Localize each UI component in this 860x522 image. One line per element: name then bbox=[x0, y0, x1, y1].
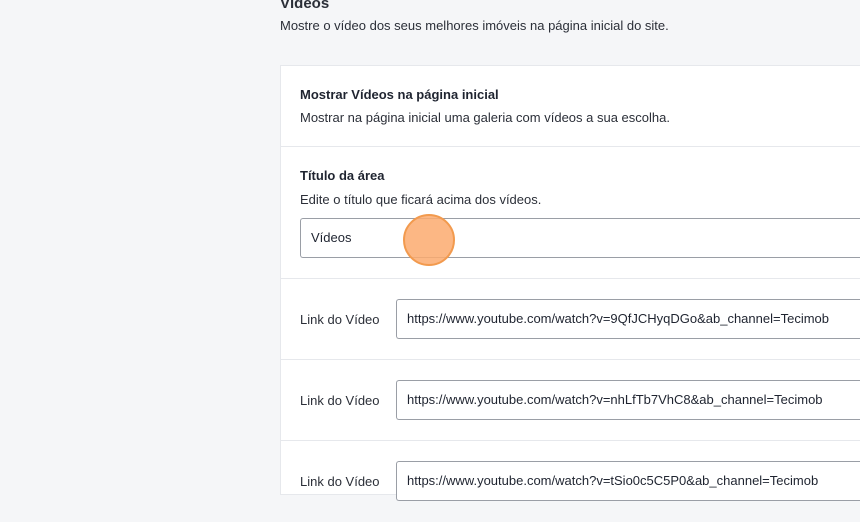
show-videos-row[interactable]: Mostrar Vídeos na página inicial Mostrar… bbox=[281, 66, 860, 147]
video-link-input[interactable]: https://www.youtube.com/watch?v=tSio0c5C… bbox=[396, 461, 860, 501]
video-link-label: Link do Vídeo bbox=[300, 393, 380, 408]
video-link-label: Link do Vídeo bbox=[300, 474, 380, 489]
section-header: Vídeos Mostre o vídeo dos seus melhores … bbox=[280, 0, 669, 35]
area-title-input[interactable]: Vídeos bbox=[300, 218, 860, 258]
videos-settings-card: Mostrar Vídeos na página inicial Mostrar… bbox=[280, 65, 860, 501]
section-title: Vídeos bbox=[280, 0, 330, 12]
video-link-row: Link do Vídeo https://www.youtube.com/wa… bbox=[281, 279, 860, 360]
area-title-description: Edite o título que ficará acima dos víde… bbox=[300, 192, 542, 207]
video-link-input[interactable]: https://www.youtube.com/watch?v=9QfJCHyq… bbox=[396, 299, 860, 339]
area-title-label: Título da área bbox=[300, 168, 385, 183]
click-indicator bbox=[403, 214, 455, 266]
video-link-label: Link do Vídeo bbox=[300, 312, 380, 327]
video-link-row: Link do Vídeo https://www.youtube.com/wa… bbox=[281, 441, 860, 522]
video-link-row: Link do Vídeo https://www.youtube.com/wa… bbox=[281, 360, 860, 441]
area-title-row: Título da área Edite o título que ficará… bbox=[281, 147, 860, 279]
show-videos-label: Mostrar Vídeos na página inicial bbox=[300, 87, 499, 102]
section-description: Mostre o vídeo dos seus melhores imóveis… bbox=[280, 18, 669, 33]
show-videos-description: Mostrar na página inicial uma galeria co… bbox=[300, 110, 670, 125]
video-link-input[interactable]: https://www.youtube.com/watch?v=nhLfTb7V… bbox=[396, 380, 860, 420]
